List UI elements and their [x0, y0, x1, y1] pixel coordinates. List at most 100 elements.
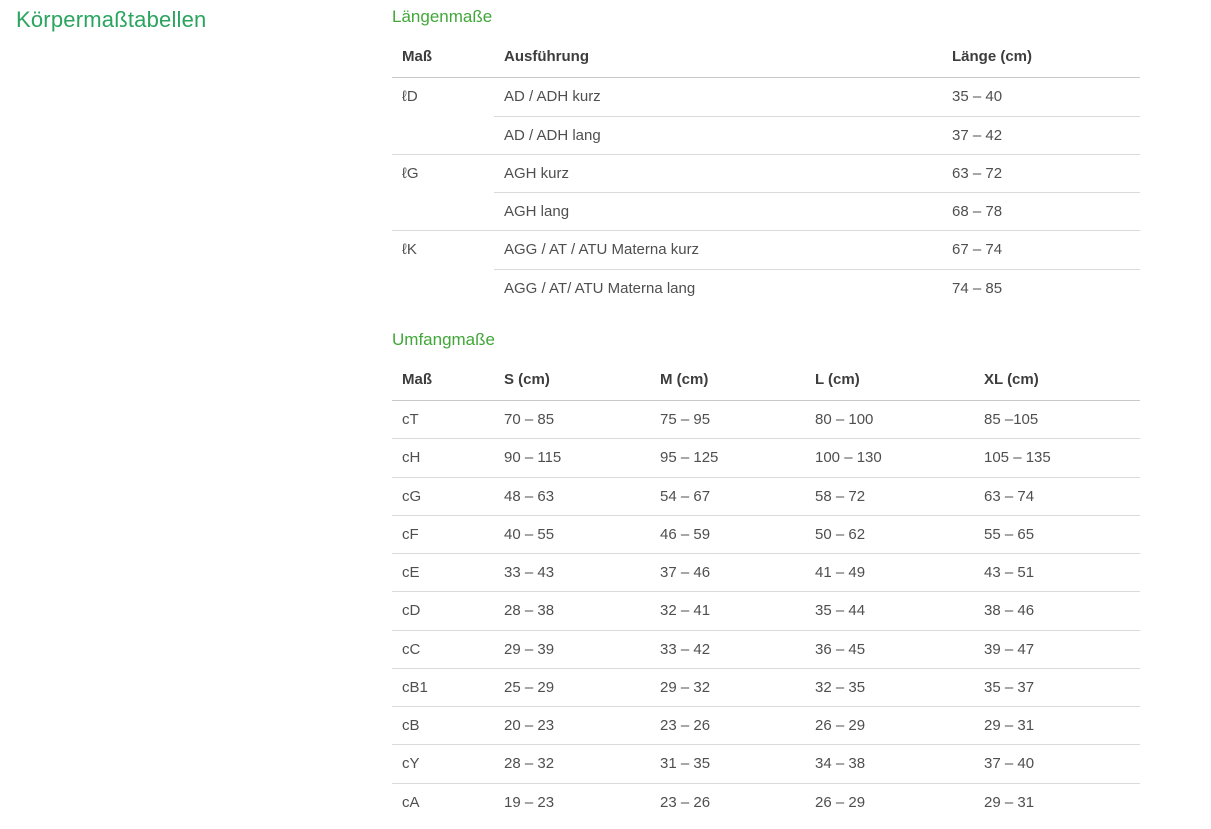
cell-mass: cT [392, 401, 494, 439]
cell-mass: ℓD [392, 78, 494, 155]
cell-mass: cA [392, 783, 494, 821]
cell-length: 68 – 78 [942, 193, 1140, 231]
header-row: Maß Ausführung Länge (cm) [392, 34, 1140, 78]
cell-l: 34 – 38 [805, 745, 974, 783]
cell-m: 33 – 42 [650, 630, 805, 668]
cell-mass: ℓG [392, 154, 494, 231]
cell-l: 32 – 35 [805, 668, 974, 706]
cell-length: 67 – 74 [942, 231, 1140, 269]
header-row: Maß S (cm) M (cm) L (cm) XL (cm) [392, 357, 1140, 401]
table-row: cB 20 – 23 23 – 26 26 – 29 29 – 31 [392, 707, 1140, 745]
cell-xl: 35 – 37 [974, 668, 1140, 706]
cell-l: 36 – 45 [805, 630, 974, 668]
cell-xl: 39 – 47 [974, 630, 1140, 668]
cell-length: 37 – 42 [942, 116, 1140, 154]
section-umfangmasse: Umfangmaße Maß S (cm) M (cm) L (cm) XL (… [392, 329, 1140, 821]
left-column: Körpermaßtabellen [0, 6, 392, 829]
laengenmasse-table-header: Maß Ausführung Länge (cm) [392, 34, 1140, 78]
cell-xl: 63 – 74 [974, 477, 1140, 515]
cell-mass: cC [392, 630, 494, 668]
cell-s: 40 – 55 [494, 515, 650, 553]
cell-mass: cF [392, 515, 494, 553]
table-row: cE 33 – 43 37 – 46 41 – 49 43 – 51 [392, 554, 1140, 592]
cell-l: 26 – 29 [805, 783, 974, 821]
cell-xl: 37 – 40 [974, 745, 1140, 783]
umfangmasse-table-body: cT 70 – 85 75 – 95 80 – 100 85 –105 cH 9… [392, 401, 1140, 821]
cell-s: 48 – 63 [494, 477, 650, 515]
cell-s: 28 – 32 [494, 745, 650, 783]
table-row: cH 90 – 115 95 – 125 100 – 130 105 – 135 [392, 439, 1140, 477]
section-title-umfangmasse: Umfangmaße [392, 329, 1140, 351]
cell-m: 75 – 95 [650, 401, 805, 439]
cell-l: 58 – 72 [805, 477, 974, 515]
umfangmasse-table: Maß S (cm) M (cm) L (cm) XL (cm) cT 70 –… [392, 357, 1140, 821]
cell-l: 100 – 130 [805, 439, 974, 477]
cell-variant: AGH lang [494, 193, 942, 231]
cell-length: 74 – 85 [942, 269, 1140, 307]
cell-l: 50 – 62 [805, 515, 974, 553]
cell-mass: ℓK [392, 231, 494, 307]
table-row: ℓG AGH kurz 63 – 72 [392, 154, 1140, 192]
cell-xl: 85 –105 [974, 401, 1140, 439]
table-row: cY 28 – 32 31 – 35 34 – 38 37 – 40 [392, 745, 1140, 783]
col-header-m: M (cm) [650, 357, 805, 401]
content-column: Längenmaße Maß Ausführung Länge (cm) ℓD … [392, 6, 1140, 829]
col-header-mass: Maß [392, 357, 494, 401]
table-row: cD 28 – 38 32 – 41 35 – 44 38 – 46 [392, 592, 1140, 630]
cell-variant: AGG / AT/ ATU Materna lang [494, 269, 942, 307]
cell-mass: cB1 [392, 668, 494, 706]
cell-m: 29 – 32 [650, 668, 805, 706]
table-row: ℓD AD / ADH kurz 35 – 40 [392, 78, 1140, 116]
cell-xl: 29 – 31 [974, 783, 1140, 821]
cell-l: 80 – 100 [805, 401, 974, 439]
table-row: cA 19 – 23 23 – 26 26 – 29 29 – 31 [392, 783, 1140, 821]
cell-s: 90 – 115 [494, 439, 650, 477]
cell-xl: 55 – 65 [974, 515, 1140, 553]
col-header-length: Länge (cm) [942, 34, 1140, 78]
cell-xl: 29 – 31 [974, 707, 1140, 745]
col-header-s: S (cm) [494, 357, 650, 401]
cell-l: 35 – 44 [805, 592, 974, 630]
cell-mass: cB [392, 707, 494, 745]
cell-s: 29 – 39 [494, 630, 650, 668]
laengenmasse-table: Maß Ausführung Länge (cm) ℓD AD / ADH ku… [392, 34, 1140, 307]
table-row: cC 29 – 39 33 – 42 36 – 45 39 – 47 [392, 630, 1140, 668]
cell-s: 70 – 85 [494, 401, 650, 439]
cell-m: 23 – 26 [650, 707, 805, 745]
table-row: cT 70 – 85 75 – 95 80 – 100 85 –105 [392, 401, 1140, 439]
page-title: Körpermaßtabellen [16, 6, 392, 34]
table-row: ℓK AGG / AT / ATU Materna kurz 67 – 74 [392, 231, 1140, 269]
cell-xl: 43 – 51 [974, 554, 1140, 592]
table-row: cG 48 – 63 54 – 67 58 – 72 63 – 74 [392, 477, 1140, 515]
cell-l: 26 – 29 [805, 707, 974, 745]
cell-s: 25 – 29 [494, 668, 650, 706]
cell-m: 23 – 26 [650, 783, 805, 821]
table-row: AGG / AT/ ATU Materna lang 74 – 85 [392, 269, 1140, 307]
cell-m: 54 – 67 [650, 477, 805, 515]
section-title-laengenmasse: Längenmaße [392, 6, 1140, 28]
cell-mass: cE [392, 554, 494, 592]
laengenmasse-table-body: ℓD AD / ADH kurz 35 – 40 AD / ADH lang 3… [392, 78, 1140, 307]
cell-mass: cD [392, 592, 494, 630]
cell-m: 46 – 59 [650, 515, 805, 553]
table-row: cF 40 – 55 46 – 59 50 – 62 55 – 65 [392, 515, 1140, 553]
cell-mass: cY [392, 745, 494, 783]
cell-m: 95 – 125 [650, 439, 805, 477]
cell-length: 35 – 40 [942, 78, 1140, 116]
cell-l: 41 – 49 [805, 554, 974, 592]
table-row: AD / ADH lang 37 – 42 [392, 116, 1140, 154]
cell-variant: AGH kurz [494, 154, 942, 192]
table-row: cB1 25 – 29 29 – 32 32 – 35 35 – 37 [392, 668, 1140, 706]
col-header-variant: Ausführung [494, 34, 942, 78]
cell-s: 20 – 23 [494, 707, 650, 745]
cell-variant: AD / ADH kurz [494, 78, 942, 116]
cell-mass: cG [392, 477, 494, 515]
page: Körpermaßtabellen Längenmaße Maß Ausführ… [0, 0, 1211, 829]
cell-xl: 38 – 46 [974, 592, 1140, 630]
table-row: AGH lang 68 – 78 [392, 193, 1140, 231]
col-header-l: L (cm) [805, 357, 974, 401]
cell-s: 28 – 38 [494, 592, 650, 630]
cell-m: 32 – 41 [650, 592, 805, 630]
cell-s: 33 – 43 [494, 554, 650, 592]
cell-variant: AD / ADH lang [494, 116, 942, 154]
